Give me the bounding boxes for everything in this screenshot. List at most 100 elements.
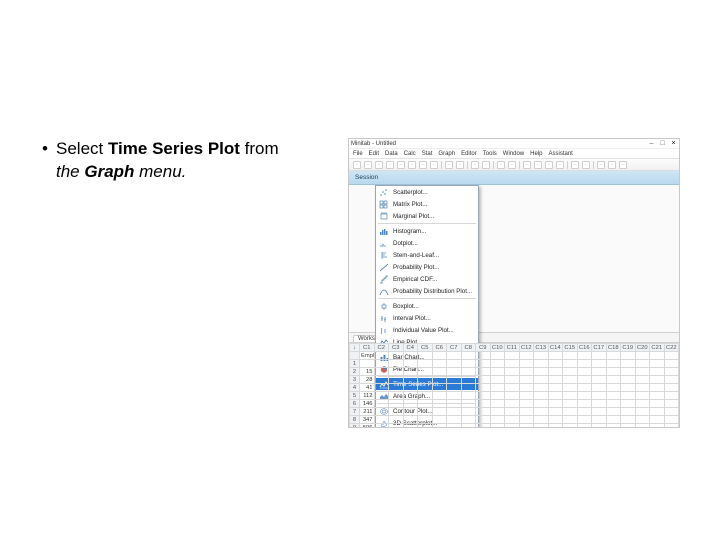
menu-item-probability-plot[interactable]: Probability Plot...	[376, 261, 478, 273]
cut-icon[interactable]: ·	[386, 161, 394, 169]
cell[interactable]	[476, 376, 491, 384]
cell[interactable]	[621, 384, 636, 392]
copy-icon[interactable]: ·	[397, 161, 405, 169]
cell[interactable]	[577, 376, 592, 384]
menu-item-boxplot[interactable]: Boxplot...	[376, 300, 478, 312]
cell[interactable]	[432, 384, 447, 392]
cell[interactable]	[548, 360, 563, 368]
cell[interactable]	[548, 376, 563, 384]
cell[interactable]	[635, 368, 650, 376]
cell[interactable]	[389, 424, 404, 429]
cell[interactable]	[476, 384, 491, 392]
col-header[interactable]: C21	[650, 344, 665, 352]
cell[interactable]	[519, 400, 534, 408]
cell[interactable]	[534, 400, 549, 408]
col-name-cell[interactable]	[650, 352, 665, 360]
menu-item-marginal-plot[interactable]: Marginal Plot...	[376, 210, 478, 222]
menu-graph[interactable]: Graph	[438, 151, 455, 157]
cell[interactable]	[447, 416, 462, 424]
cell[interactable]	[374, 408, 389, 416]
cell[interactable]	[447, 400, 462, 408]
col-name-cell[interactable]	[548, 352, 563, 360]
cell[interactable]	[374, 392, 389, 400]
cell[interactable]: 41	[360, 384, 375, 392]
row-header[interactable]: 2	[350, 368, 360, 376]
cell[interactable]	[664, 424, 679, 429]
cell[interactable]	[548, 400, 563, 408]
cell[interactable]	[664, 360, 679, 368]
cell[interactable]	[621, 416, 636, 424]
col-header[interactable]: C16	[577, 344, 592, 352]
cell[interactable]	[447, 424, 462, 429]
col-name-cell[interactable]	[664, 352, 679, 360]
cell[interactable]	[490, 376, 505, 384]
cell[interactable]	[577, 400, 592, 408]
cell[interactable]	[519, 416, 534, 424]
cell[interactable]	[447, 360, 462, 368]
cell[interactable]	[490, 392, 505, 400]
cell[interactable]	[490, 416, 505, 424]
next-icon[interactable]: ·	[545, 161, 553, 169]
cell[interactable]	[592, 384, 607, 392]
maximize-button[interactable]: □	[659, 140, 666, 147]
cell[interactable]	[650, 408, 665, 416]
row-icon[interactable]: ·	[608, 161, 616, 169]
bold-icon[interactable]: ·	[571, 161, 579, 169]
col-header[interactable]: C20	[635, 344, 650, 352]
col-header[interactable]: C4	[403, 344, 418, 352]
cell[interactable]	[606, 424, 621, 429]
col-header[interactable]: C22	[664, 344, 679, 352]
col-name-cell[interactable]: Employees	[360, 352, 375, 360]
col-name-cell[interactable]	[403, 352, 418, 360]
cell[interactable]	[577, 360, 592, 368]
cell[interactable]	[606, 392, 621, 400]
row-header[interactable]: 9	[350, 424, 360, 429]
row-header[interactable]: 4	[350, 384, 360, 392]
print-icon[interactable]: ·	[375, 161, 383, 169]
cell[interactable]	[621, 408, 636, 416]
cell[interactable]: 211	[360, 408, 375, 416]
undo-icon[interactable]: ·	[419, 161, 427, 169]
cell[interactable]	[606, 384, 621, 392]
cell[interactable]	[519, 376, 534, 384]
cell[interactable]	[534, 384, 549, 392]
cell[interactable]	[432, 424, 447, 429]
cell[interactable]	[461, 392, 476, 400]
cell[interactable]	[606, 368, 621, 376]
col-name-cell[interactable]	[461, 352, 476, 360]
cell[interactable]	[476, 400, 491, 408]
col-header[interactable]: C11	[505, 344, 520, 352]
cell[interactable]	[403, 368, 418, 376]
cell[interactable]	[548, 392, 563, 400]
cell[interactable]	[563, 416, 578, 424]
col-header[interactable]: C6	[432, 344, 447, 352]
cell[interactable]	[476, 360, 491, 368]
cell[interactable]	[476, 424, 491, 429]
col-icon[interactable]: ·	[619, 161, 627, 169]
cell[interactable]	[534, 408, 549, 416]
cell[interactable]	[621, 392, 636, 400]
cell[interactable]	[505, 384, 520, 392]
cell[interactable]	[461, 368, 476, 376]
col-name-cell[interactable]	[534, 352, 549, 360]
insert-icon[interactable]: ·	[597, 161, 605, 169]
cell[interactable]	[577, 384, 592, 392]
cell[interactable]	[476, 416, 491, 424]
cell[interactable]	[476, 368, 491, 376]
menu-item-histogram[interactable]: Histogram...	[376, 225, 478, 237]
col-header[interactable]: C19	[621, 344, 636, 352]
row-header[interactable]: 1	[350, 360, 360, 368]
worksheet[interactable]: ↓C1C2C3C4C5C6C7C8C9C10C11C12C13C14C15C16…	[349, 343, 679, 428]
cell[interactable]	[519, 368, 534, 376]
cell[interactable]	[461, 400, 476, 408]
col-name-cell[interactable]	[505, 352, 520, 360]
cell[interactable]	[490, 400, 505, 408]
chart-icon[interactable]: ·	[497, 161, 505, 169]
session-panel-header[interactable]: Session	[349, 171, 679, 185]
cell[interactable]	[418, 384, 433, 392]
cell[interactable]	[461, 408, 476, 416]
cell[interactable]	[505, 376, 520, 384]
menu-help[interactable]: Help	[530, 151, 542, 157]
cell[interactable]	[664, 392, 679, 400]
cell[interactable]	[447, 384, 462, 392]
